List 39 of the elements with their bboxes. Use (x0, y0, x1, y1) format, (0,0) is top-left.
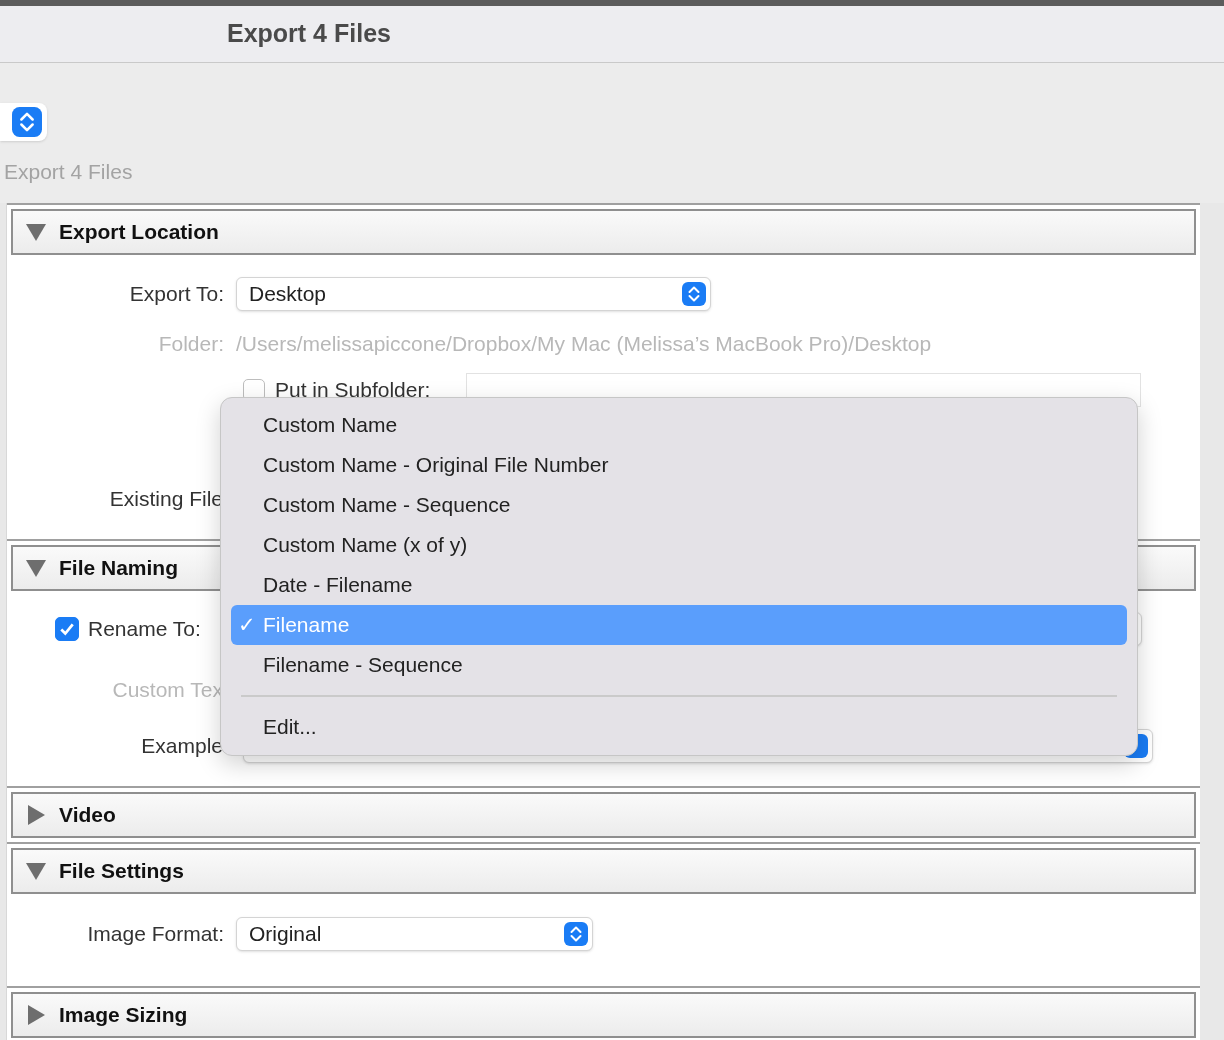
section-title: Image Sizing (59, 1002, 188, 1029)
field-label: Example (140, 733, 223, 760)
checkbox[interactable] (55, 617, 79, 641)
field-label: Export To: (129, 281, 224, 308)
menu-item[interactable]: Date - Filename (231, 565, 1127, 605)
disclosure-down-icon[interactable] (25, 221, 47, 243)
menu-item[interactable]: Custom Name (x of y) (231, 525, 1127, 565)
preset-popup[interactable] (0, 103, 47, 141)
checkmark-icon (59, 621, 75, 637)
section-title: File Naming (59, 555, 179, 582)
folder-path: /Users/melissapiccone/Dropbox/My Mac (Melissa’s MacBook Pro)/Desktop (236, 331, 932, 358)
window-title: Export 4 Files (227, 18, 391, 50)
field-label: Rename To: (88, 616, 201, 643)
section-title: File Settings (59, 858, 184, 885)
menu-item[interactable]: Edit... (231, 707, 1127, 747)
field-label: Folder: (158, 331, 224, 358)
section-title: Export Location (59, 219, 219, 246)
field-label: Put in Subfolder: (275, 377, 432, 404)
stepper-icon (682, 282, 706, 306)
popup-button[interactable]: Desktop (236, 277, 711, 311)
menu-item[interactable]: Filename - Sequence (231, 645, 1127, 685)
section-header[interactable]: Video (11, 792, 1196, 838)
preset-name: Export 4 Files (4, 159, 133, 186)
check-icon: ✓ (231, 609, 263, 641)
field-label: Image Format: (87, 921, 224, 948)
section-title: Video (59, 802, 116, 829)
stepper-icon (564, 922, 588, 946)
popup-button[interactable]: Original (236, 917, 593, 951)
section-header[interactable]: File Settings (11, 848, 1196, 894)
section-header[interactable]: Export Location (11, 209, 1196, 255)
menu-item[interactable]: Custom Name - Sequence (231, 485, 1127, 525)
disclosure-right-icon[interactable] (25, 1004, 47, 1026)
disclosure-down-icon[interactable] (25, 860, 47, 882)
disclosure-right-icon[interactable] (25, 804, 47, 826)
stepper-icon (11, 107, 43, 137)
menu-item[interactable]: Custom Name (231, 405, 1127, 445)
disclosure-down-icon[interactable] (25, 557, 47, 579)
menu-item[interactable]: Custom Name - Original File Number (231, 445, 1127, 485)
section-header[interactable]: Image Sizing (11, 992, 1196, 1038)
